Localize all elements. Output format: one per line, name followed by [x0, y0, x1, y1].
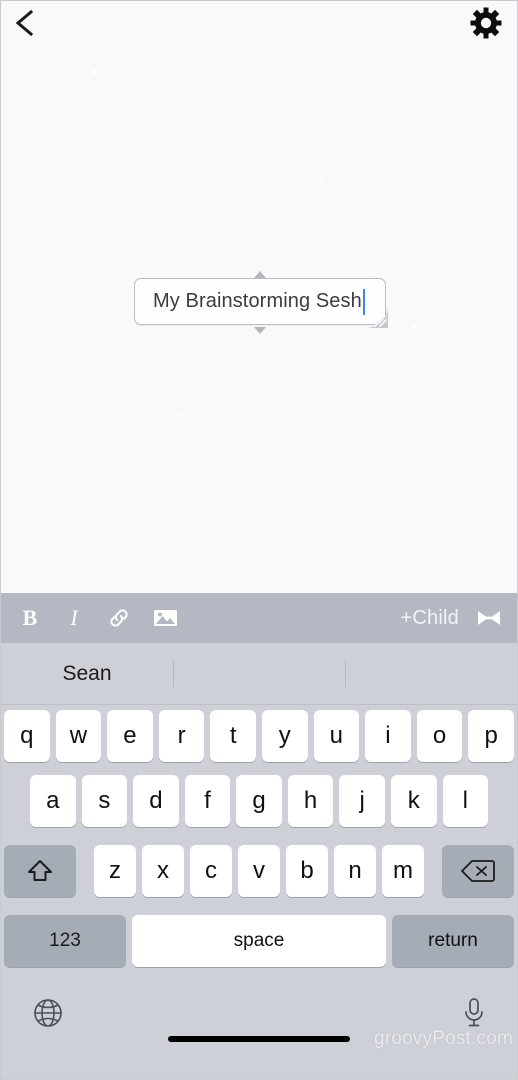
- key-p[interactable]: p: [468, 709, 514, 762]
- keyboard-bottom-bar: groovyPost.com: [1, 976, 517, 1054]
- link-icon[interactable]: [107, 603, 131, 633]
- top-navigation-bar: [1, 1, 517, 45]
- mindmap-node[interactable]: My Brainstorming Sesh: [134, 271, 388, 334]
- on-screen-keyboard: Sean q w e r t y u i o p a s d f g h j k…: [1, 643, 517, 1079]
- home-indicator[interactable]: [168, 1036, 350, 1042]
- node-text-field[interactable]: My Brainstorming Sesh: [134, 278, 386, 325]
- globe-icon[interactable]: [31, 996, 65, 1035]
- scissors-icon[interactable]: [475, 603, 503, 633]
- key-z[interactable]: z: [94, 845, 136, 897]
- key-k[interactable]: k: [390, 775, 437, 827]
- image-icon[interactable]: [153, 603, 178, 633]
- key-h[interactable]: h: [287, 775, 334, 827]
- key-f[interactable]: f: [184, 775, 231, 827]
- key-j[interactable]: j: [339, 775, 385, 827]
- keyboard-row-1: q w e r t y u i o p: [1, 705, 517, 766]
- backspace-icon[interactable]: [442, 845, 514, 897]
- key-r[interactable]: r: [158, 709, 205, 762]
- key-v[interactable]: v: [238, 845, 280, 897]
- triangle-handle-icon[interactable]: [254, 327, 266, 334]
- keyboard-row-4: 123 space return: [1, 906, 517, 976]
- key-c[interactable]: c: [190, 845, 232, 897]
- key-l[interactable]: l: [442, 775, 489, 827]
- node-text-value: My Brainstorming Sesh: [153, 290, 362, 312]
- watermark-text: groovyPost.com: [373, 1028, 513, 1049]
- key-x[interactable]: x: [142, 845, 184, 897]
- key-m[interactable]: m: [382, 845, 424, 897]
- format-toolbar: B I +Child: [1, 593, 517, 643]
- key-n[interactable]: n: [334, 845, 376, 897]
- prediction-slot-1[interactable]: Sean: [1, 659, 173, 689]
- key-g[interactable]: g: [236, 775, 282, 827]
- key-t[interactable]: t: [210, 709, 256, 762]
- bold-button[interactable]: B: [19, 603, 41, 633]
- key-w[interactable]: w: [55, 709, 102, 762]
- format-toolbar-right-group: +Child: [401, 603, 503, 633]
- numeric-mode-key[interactable]: 123: [4, 915, 126, 967]
- key-d[interactable]: d: [133, 775, 179, 827]
- shift-arrow-icon[interactable]: [4, 845, 76, 897]
- key-y[interactable]: y: [261, 709, 308, 762]
- mindmap-canvas[interactable]: My Brainstorming Sesh: [1, 1, 517, 593]
- key-i[interactable]: i: [365, 709, 411, 762]
- key-a[interactable]: a: [30, 775, 76, 827]
- format-toolbar-left-group: B I: [19, 603, 178, 633]
- keyboard-row-3: z x c v b n m: [1, 836, 517, 906]
- return-key[interactable]: return: [392, 915, 514, 967]
- italic-button[interactable]: I: [63, 603, 85, 633]
- key-b[interactable]: b: [286, 845, 328, 897]
- key-q[interactable]: q: [4, 709, 50, 762]
- gear-icon[interactable]: [469, 6, 503, 40]
- key-o[interactable]: o: [416, 709, 463, 762]
- space-key[interactable]: space: [132, 915, 386, 967]
- predictive-text-bar: Sean: [1, 643, 517, 705]
- key-u[interactable]: u: [313, 709, 360, 762]
- key-s[interactable]: s: [81, 775, 128, 827]
- keyboard-row-2: a s d f g h j k l: [1, 766, 517, 836]
- back-chevron-icon[interactable]: [11, 8, 37, 38]
- resize-corner-icon[interactable]: [364, 304, 390, 330]
- triangle-handle-icon[interactable]: [254, 271, 266, 278]
- add-child-button[interactable]: +Child: [401, 607, 459, 630]
- prediction-slot-2[interactable]: [173, 659, 345, 689]
- app-root: My Brainstorming Sesh B I +Child Sean q …: [0, 0, 518, 1080]
- prediction-slot-3[interactable]: [345, 659, 517, 689]
- key-e[interactable]: e: [107, 709, 153, 762]
